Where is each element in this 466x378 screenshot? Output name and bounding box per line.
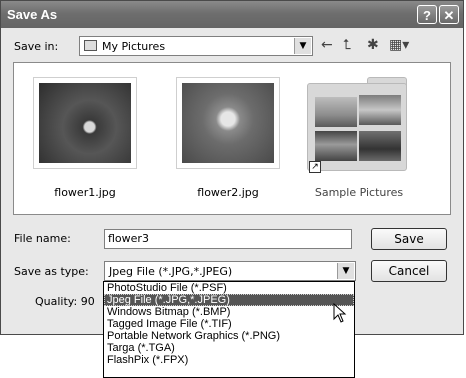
dropdown-option[interactable]: PhotoStudio File (*.PSF) — [104, 282, 354, 294]
file-type-list[interactable]: PhotoStudio File (*.PSF) Jpeg File (*.JP… — [103, 281, 355, 378]
help-button[interactable]: ? — [417, 5, 437, 24]
dropdown-option[interactable]: Tagged Image File (*.TIF) — [104, 318, 354, 330]
folder-name-label: Sample Pictures — [314, 186, 404, 199]
file-item-flower1[interactable] — [33, 77, 137, 169]
dropdown-option-selected[interactable]: Jpeg File (*.JPG,*.JPEG) — [104, 294, 354, 306]
chevron-down-icon[interactable]: ▼ — [337, 263, 354, 279]
sample-thumbnail — [359, 95, 401, 125]
flower2-thumbnail — [182, 83, 274, 163]
chevron-down-icon[interactable]: ▼ — [294, 38, 311, 54]
close-button[interactable]: ✕ — [439, 5, 459, 24]
save-button[interactable]: Save — [371, 228, 447, 250]
file-name-label: flower2.jpg — [197, 186, 259, 199]
save-as-type-label: Save as type: — [14, 265, 89, 278]
sample-thumbnail — [359, 131, 401, 161]
up-folder-icon[interactable]: ⮤ — [343, 37, 351, 53]
file-item-flower2[interactable] — [176, 77, 280, 169]
shortcut-arrow-icon: ↗ — [309, 161, 321, 173]
file-list[interactable]: flower1.jpg flower2.jpg ↗ Sample Picture… — [13, 62, 451, 215]
file-name-label: File name: — [14, 232, 71, 245]
sample-thumbnail — [315, 97, 357, 127]
folder-icon — [84, 40, 97, 51]
save-as-type-dropdown[interactable]: Jpeg File (*.JPG,*.JPEG) ▼ — [104, 261, 356, 281]
dropdown-option[interactable]: FlashPix (*.FPX) — [104, 354, 354, 366]
mouse-cursor-icon — [333, 303, 347, 323]
dropdown-option[interactable]: Targa (*.TGA) — [104, 342, 354, 354]
file-name-label: flower1.jpg — [54, 186, 116, 199]
dropdown-option[interactable]: Windows Bitmap (*.BMP) — [104, 306, 354, 318]
dropdown-option[interactable]: Portable Network Graphics (*.PNG) — [104, 330, 354, 342]
sample-thumbnail — [315, 131, 357, 161]
save-in-dropdown[interactable]: My Pictures ▼ — [79, 36, 313, 56]
back-arrow-icon[interactable]: ← — [321, 37, 333, 53]
folder-item-sample-pictures[interactable]: ↗ — [307, 77, 411, 175]
title-bar[interactable]: Save As ? ✕ — [1, 1, 463, 28]
save-as-type-value: Jpeg File (*.JPG,*.JPEG) — [109, 265, 233, 278]
quality-label: Quality: 90 — [35, 295, 95, 308]
save-in-label: Save in: — [14, 40, 59, 53]
dialog-title: Save As — [7, 7, 58, 22]
flower1-thumbnail — [39, 83, 131, 163]
file-name-input[interactable]: flower3 — [104, 229, 352, 249]
new-folder-icon[interactable]: ✱ — [367, 37, 379, 53]
save-in-value: My Pictures — [102, 40, 166, 53]
views-menu-icon[interactable]: ▦▾ — [389, 37, 409, 53]
cancel-button[interactable]: Cancel — [371, 260, 447, 282]
